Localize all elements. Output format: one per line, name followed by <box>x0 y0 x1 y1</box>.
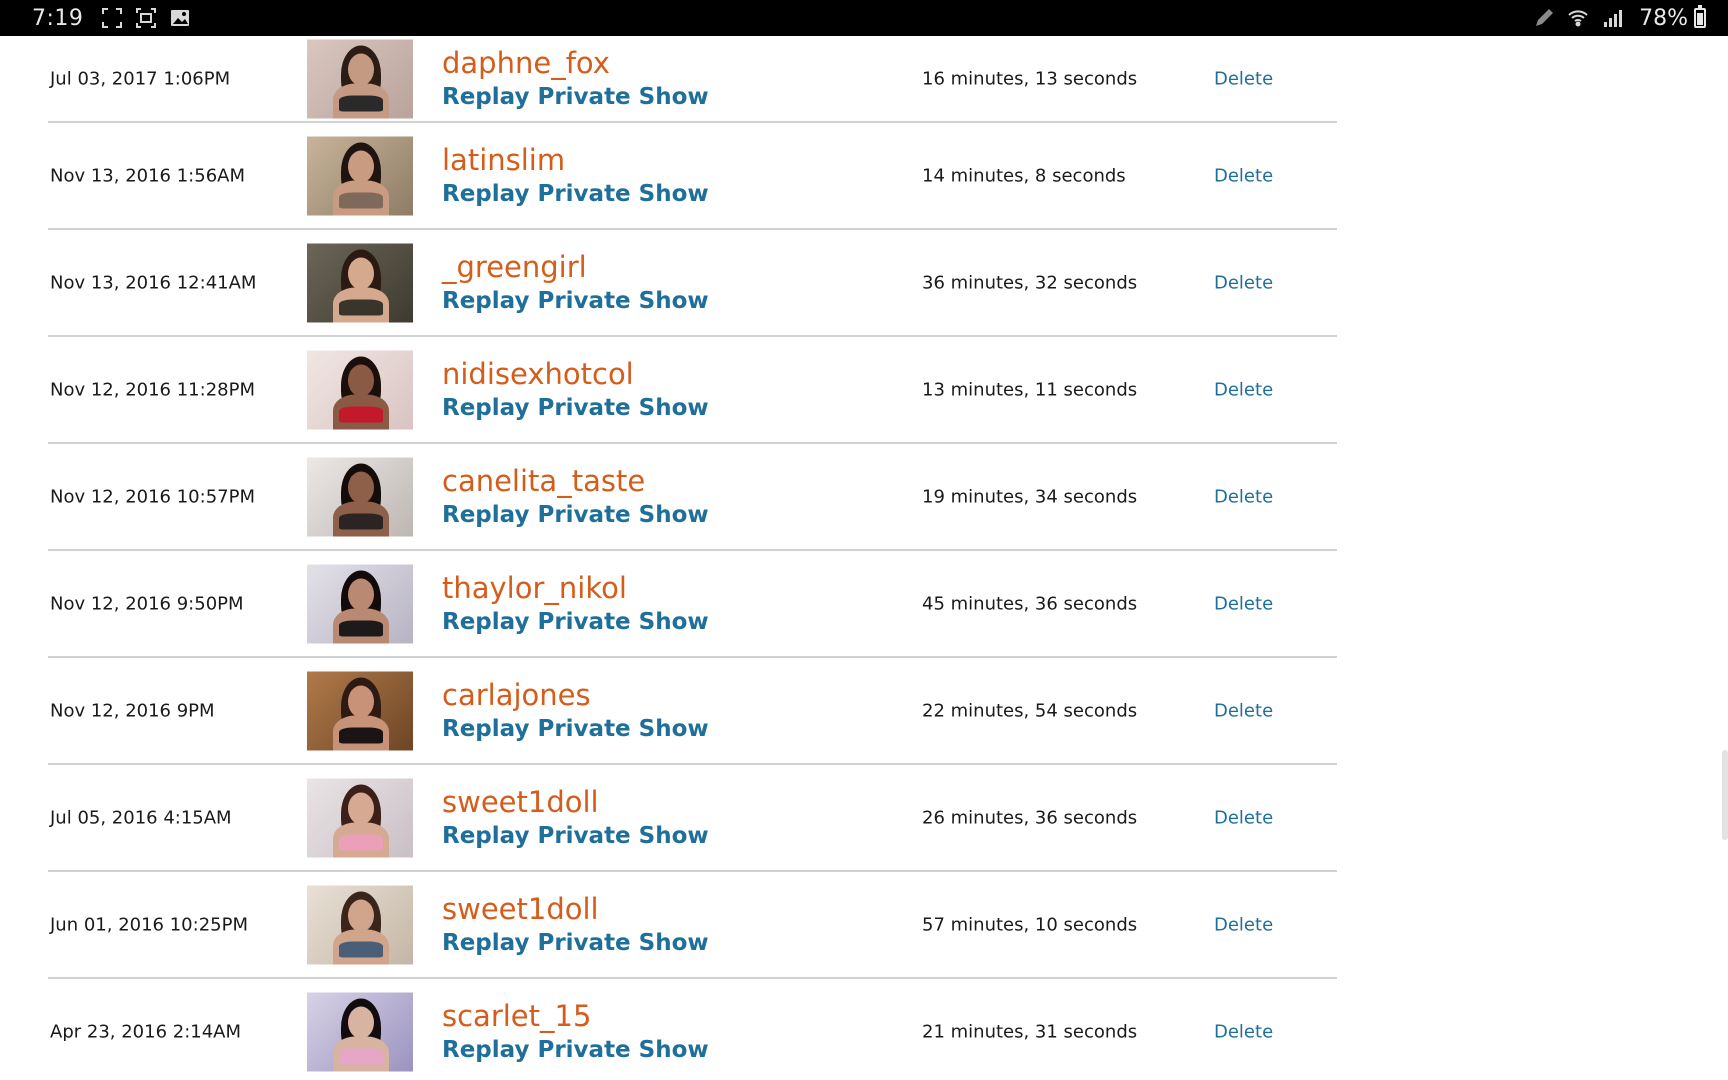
expand-icon <box>101 7 123 29</box>
pen-icon <box>1533 7 1555 29</box>
history-row: Nov 13, 2016 1:56AM latinslim Replay Pri… <box>48 123 1337 230</box>
signal-icon <box>1601 7 1623 29</box>
show-date: Apr 23, 2016 2:14AM <box>50 1021 242 1042</box>
show-duration: 19 minutes, 34 seconds <box>922 486 1138 507</box>
delete-link[interactable]: Delete <box>1214 807 1273 828</box>
performer-name-link[interactable]: carlajones <box>442 677 709 713</box>
performer-info: daphne_fox Replay Private Show <box>442 45 709 113</box>
show-duration: 36 minutes, 32 seconds <box>922 272 1138 293</box>
performer-thumbnail[interactable] <box>307 457 413 536</box>
show-date: Nov 12, 2016 9:50PM <box>50 593 244 614</box>
scroll-indicator[interactable] <box>1722 750 1728 840</box>
performer-thumbnail[interactable] <box>307 992 413 1071</box>
show-duration: 14 minutes, 8 seconds <box>922 165 1126 186</box>
replay-private-show-link[interactable]: Replay Private Show <box>442 178 709 210</box>
wifi-icon <box>1567 7 1589 29</box>
history-row: Apr 23, 2016 2:14AM scarlet_15 Replay Pr… <box>48 979 1337 1080</box>
performer-info: nidisexhotcol Replay Private Show <box>442 356 709 424</box>
gallery-icon <box>169 7 191 29</box>
performer-thumbnail[interactable] <box>307 243 413 322</box>
private-show-history: Jul 03, 2017 1:06PM daphne_fox Replay Pr… <box>48 36 1337 1080</box>
delete-link[interactable]: Delete <box>1214 700 1273 721</box>
replay-private-show-link[interactable]: Replay Private Show <box>442 81 709 113</box>
performer-info: sweet1doll Replay Private Show <box>442 891 709 959</box>
show-date: Jul 03, 2017 1:06PM <box>50 68 231 89</box>
show-duration: 21 minutes, 31 seconds <box>922 1021 1138 1042</box>
show-date: Jul 05, 2016 4:15AM <box>50 807 232 828</box>
delete-link[interactable]: Delete <box>1214 165 1273 186</box>
performer-thumbnail[interactable] <box>307 564 413 643</box>
performer-thumbnail[interactable] <box>307 39 413 118</box>
performer-info: thaylor_nikol Replay Private Show <box>442 570 709 638</box>
show-duration: 45 minutes, 36 seconds <box>922 593 1138 614</box>
show-date: Nov 13, 2016 12:41AM <box>50 272 257 293</box>
delete-link[interactable]: Delete <box>1214 914 1273 935</box>
performer-thumbnail[interactable] <box>307 671 413 750</box>
performer-info: latinslim Replay Private Show <box>442 142 709 210</box>
show-duration: 22 minutes, 54 seconds <box>922 700 1138 721</box>
delete-link[interactable]: Delete <box>1214 593 1273 614</box>
delete-link[interactable]: Delete <box>1214 272 1273 293</box>
replay-private-show-link[interactable]: Replay Private Show <box>442 499 709 531</box>
history-row: Jul 05, 2016 4:15AM sweet1doll Replay Pr… <box>48 765 1337 872</box>
history-row: Nov 12, 2016 10:57PM canelita_taste Repl… <box>48 444 1337 551</box>
performer-name-link[interactable]: canelita_taste <box>442 463 709 499</box>
history-row: Nov 12, 2016 9:50PM thaylor_nikol Replay… <box>48 551 1337 658</box>
delete-link[interactable]: Delete <box>1214 1021 1273 1042</box>
history-row: Nov 13, 2016 12:41AM _greengirl Replay P… <box>48 230 1337 337</box>
performer-thumbnail[interactable] <box>307 136 413 215</box>
performer-name-link[interactable]: _greengirl <box>442 249 709 285</box>
show-date: Nov 12, 2016 10:57PM <box>50 486 255 507</box>
history-row: Jun 01, 2016 10:25PM sweet1doll Replay P… <box>48 872 1337 979</box>
clock: 7:19 <box>32 5 84 31</box>
history-row: Jul 03, 2017 1:06PM daphne_fox Replay Pr… <box>48 36 1337 123</box>
performer-name-link[interactable]: thaylor_nikol <box>442 570 709 606</box>
history-row: Nov 12, 2016 9PM carlajones Replay Priva… <box>48 658 1337 765</box>
performer-name-link[interactable]: sweet1doll <box>442 891 709 927</box>
screenshot-icon <box>135 7 157 29</box>
performer-info: carlajones Replay Private Show <box>442 677 709 745</box>
show-date: Nov 13, 2016 1:56AM <box>50 165 245 186</box>
performer-name-link[interactable]: scarlet_15 <box>442 998 709 1034</box>
history-row: Nov 12, 2016 11:28PM nidisexhotcol Repla… <box>48 337 1337 444</box>
performer-name-link[interactable]: nidisexhotcol <box>442 356 709 392</box>
performer-name-link[interactable]: sweet1doll <box>442 784 709 820</box>
show-date: Nov 12, 2016 11:28PM <box>50 379 255 400</box>
performer-thumbnail[interactable] <box>307 885 413 964</box>
show-date: Jun 01, 2016 10:25PM <box>50 914 248 935</box>
show-duration: 13 minutes, 11 seconds <box>922 379 1138 400</box>
replay-private-show-link[interactable]: Replay Private Show <box>442 820 709 852</box>
performer-name-link[interactable]: latinslim <box>442 142 709 178</box>
replay-private-show-link[interactable]: Replay Private Show <box>442 606 709 638</box>
delete-link[interactable]: Delete <box>1214 68 1273 89</box>
replay-private-show-link[interactable]: Replay Private Show <box>442 927 709 959</box>
performer-info: canelita_taste Replay Private Show <box>442 463 709 531</box>
delete-link[interactable]: Delete <box>1214 379 1273 400</box>
show-date: Nov 12, 2016 9PM <box>50 700 215 721</box>
battery-percent: 78% <box>1639 5 1688 31</box>
show-duration: 26 minutes, 36 seconds <box>922 807 1138 828</box>
performer-thumbnail[interactable] <box>307 778 413 857</box>
status-bar-left: 7:19 <box>32 6 203 31</box>
performer-name-link[interactable]: daphne_fox <box>442 45 709 81</box>
battery-icon <box>1694 5 1706 28</box>
show-duration: 16 minutes, 13 seconds <box>922 68 1138 89</box>
performer-info: _greengirl Replay Private Show <box>442 249 709 317</box>
performer-info: scarlet_15 Replay Private Show <box>442 998 709 1066</box>
show-duration: 57 minutes, 10 seconds <box>922 914 1138 935</box>
delete-link[interactable]: Delete <box>1214 486 1273 507</box>
status-bar-right: 78% <box>1533 5 1706 31</box>
replay-private-show-link[interactable]: Replay Private Show <box>442 1034 709 1066</box>
performer-info: sweet1doll Replay Private Show <box>442 784 709 852</box>
performer-thumbnail[interactable] <box>307 350 413 429</box>
replay-private-show-link[interactable]: Replay Private Show <box>442 285 709 317</box>
replay-private-show-link[interactable]: Replay Private Show <box>442 713 709 745</box>
replay-private-show-link[interactable]: Replay Private Show <box>442 392 709 424</box>
status-bar: 7:19 78% <box>0 0 1728 36</box>
